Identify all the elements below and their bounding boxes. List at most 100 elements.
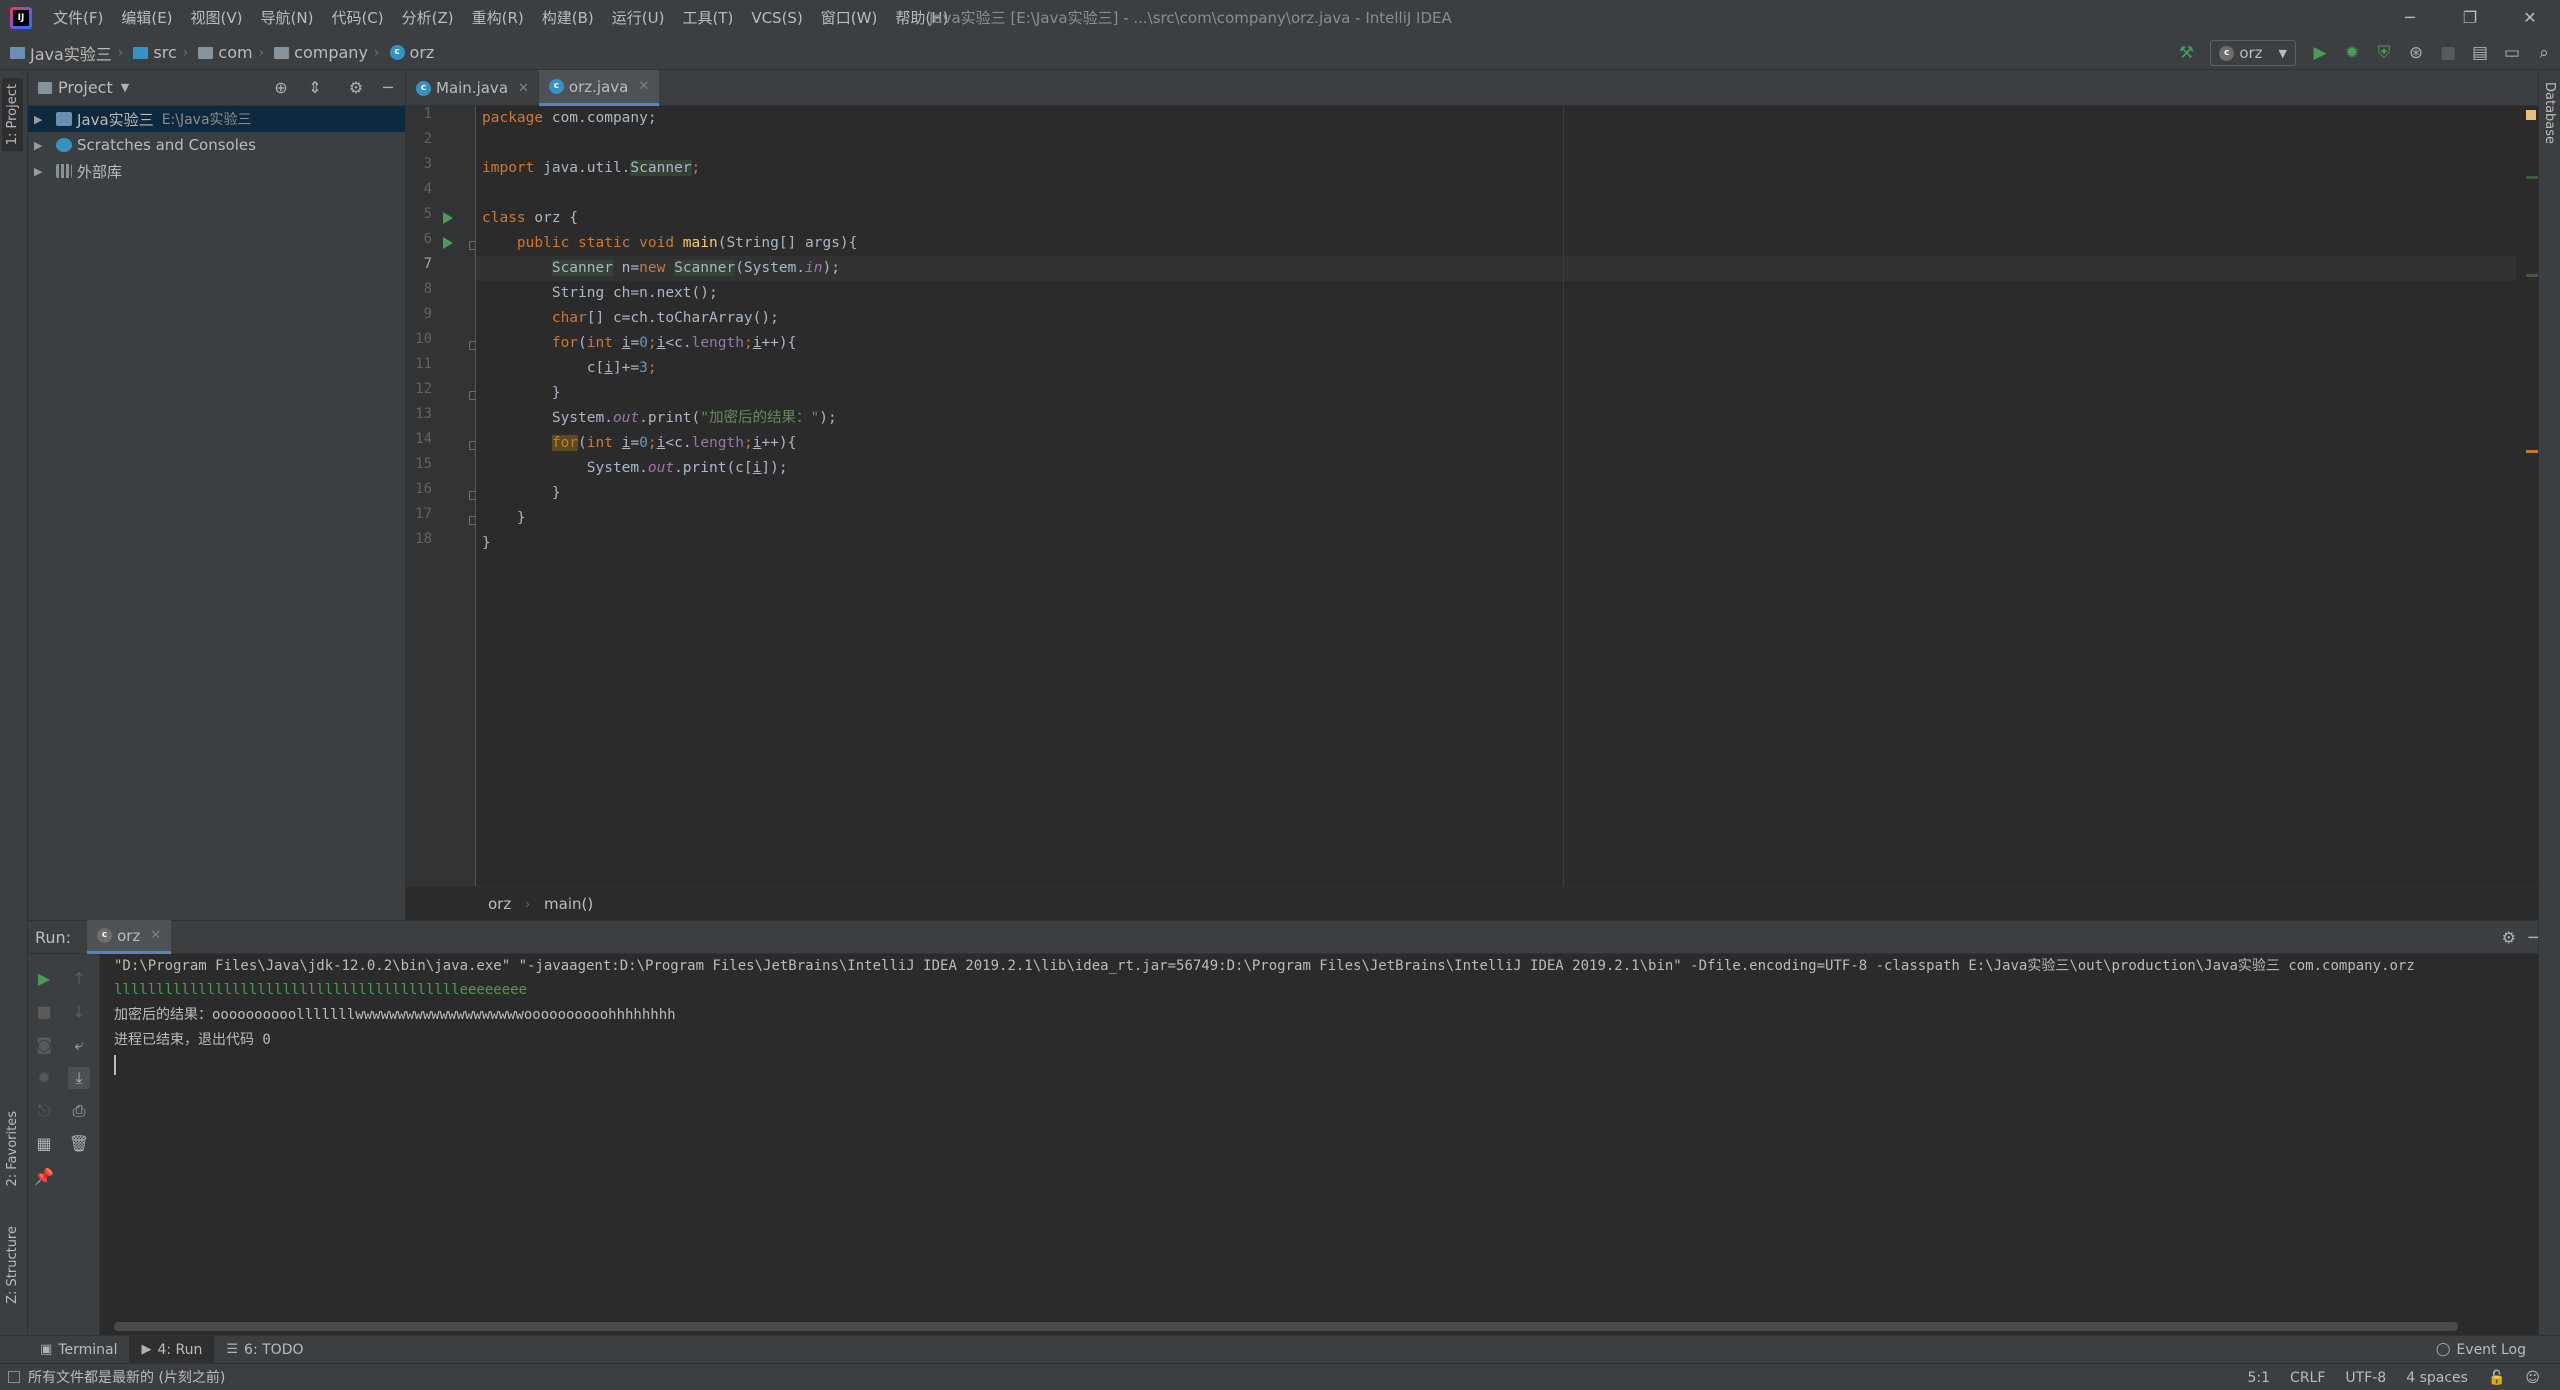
- menu-code[interactable]: 代码(C): [322, 0, 392, 36]
- layout-icon[interactable]: ▦: [33, 1133, 55, 1155]
- code-token: =: [630, 435, 640, 451]
- project-tool-tab[interactable]: 1: Project: [2, 78, 23, 152]
- code-line-7: Scanner n=new Scanner(System.in);: [482, 256, 840, 281]
- collapse-all-icon[interactable]: ⇕: [305, 78, 325, 98]
- gear-icon[interactable]: ⚙: [2502, 928, 2516, 947]
- toggle-tool-windows-icon[interactable]: [8, 1371, 20, 1383]
- code-token: out: [647, 460, 675, 476]
- line-separator[interactable]: CRLF: [2280, 1370, 2335, 1386]
- code-token: com.company;: [543, 110, 657, 126]
- down-arrow-icon: ↓: [72, 1002, 86, 1021]
- scroll-to-end-icon[interactable]: ⤓: [68, 1067, 90, 1089]
- favorites-tool-tab[interactable]: 2: Favorites: [2, 1105, 23, 1193]
- menu-navigate[interactable]: 导航(N): [252, 0, 323, 36]
- inspection-status-icon[interactable]: [2526, 110, 2536, 120]
- menu-build[interactable]: 构建(B): [533, 0, 603, 36]
- menu-file[interactable]: 文件(F): [44, 0, 112, 36]
- editor-gutter[interactable]: 1 2 3 4 5 6 7 8 9 10 11 12 13 14 15 16 1…: [406, 106, 478, 886]
- tree-item-scratches[interactable]: ▶ Scratches and Consoles: [28, 132, 405, 158]
- line-number: 16: [415, 481, 432, 497]
- expand-arrow-icon[interactable]: ▶: [34, 113, 50, 126]
- database-tool-tab[interactable]: Database: [2542, 82, 2557, 144]
- coverage-icon[interactable]: ⛨: [2373, 42, 2395, 64]
- expand-arrow-icon[interactable]: ▶: [34, 139, 50, 152]
- menu-tools[interactable]: 工具(T): [673, 0, 742, 36]
- layout-icon[interactable]: ▭: [2501, 42, 2523, 64]
- menu-vcs[interactable]: VCS(S): [742, 0, 811, 36]
- hide-panel-icon[interactable]: ─: [378, 78, 398, 98]
- menu-window[interactable]: 窗口(W): [812, 0, 887, 36]
- breadcrumb-orz[interactable]: c orz: [389, 43, 434, 62]
- close-tab-icon[interactable]: ✕: [150, 928, 161, 943]
- error-stripe[interactable]: [2524, 106, 2538, 886]
- tab-orz-java[interactable]: c orz.java ✕: [538, 70, 660, 106]
- run-configuration-select[interactable]: c orz ▼: [2210, 40, 2296, 66]
- tree-item-external-libraries[interactable]: ▶ 外部库: [28, 158, 405, 184]
- indent-setting[interactable]: 4 spaces: [2396, 1370, 2478, 1386]
- menu-refactor[interactable]: 重构(R): [463, 0, 533, 36]
- restore-icon[interactable]: ❐: [2440, 0, 2500, 36]
- console-output[interactable]: "D:\Program Files\Java\jdk-12.0.2\bin\ja…: [100, 954, 2538, 1335]
- profile-icon[interactable]: ⊛: [2405, 42, 2427, 64]
- run-icon[interactable]: ▶: [2309, 42, 2331, 64]
- event-log-tool-tab[interactable]: ◯ Event Log: [2424, 1336, 2538, 1364]
- structure-tool-tab[interactable]: Z: Structure: [2, 1220, 23, 1310]
- menu-edit[interactable]: 编辑(E): [112, 0, 181, 36]
- breadcrumb-company[interactable]: company ›: [274, 43, 380, 62]
- file-encoding[interactable]: UTF-8: [2335, 1370, 2396, 1386]
- menu-view[interactable]: 视图(V): [182, 0, 252, 36]
- project-structure-icon[interactable]: ▤: [2469, 42, 2491, 64]
- close-tab-icon[interactable]: ✕: [638, 79, 649, 94]
- hide-panel-icon[interactable]: ─: [2528, 928, 2538, 947]
- code-token: c[: [482, 360, 605, 376]
- editor-crumb-class[interactable]: orz: [488, 895, 511, 913]
- locate-icon[interactable]: ⊕: [271, 78, 291, 98]
- gear-icon[interactable]: ⚙: [346, 78, 366, 98]
- run-tool-tab[interactable]: ▶ 4: Run: [129, 1335, 215, 1364]
- expand-arrow-icon[interactable]: ▶: [34, 165, 50, 178]
- breadcrumb-com[interactable]: com ›: [198, 43, 264, 62]
- menu-run[interactable]: 运行(U): [603, 0, 674, 36]
- build-hammer-icon[interactable]: ⚒: [2175, 42, 2197, 64]
- debug-bug-icon: ✹: [37, 1068, 51, 1087]
- editor-crumb-method[interactable]: main(): [544, 895, 593, 913]
- minimize-icon[interactable]: ─: [2380, 0, 2440, 36]
- todo-tool-tab[interactable]: ☰ 6: TODO: [214, 1336, 315, 1364]
- usage-mark[interactable]: [2526, 274, 2538, 277]
- code-token: .print(c[: [674, 460, 753, 476]
- run-tab-orz[interactable]: c orz ✕: [87, 920, 172, 954]
- console-input-echo: llllllllllllllllllllllllllllllllllllllll…: [114, 982, 528, 998]
- soft-wrap-icon[interactable]: ⤶: [68, 1034, 90, 1056]
- console-horizontal-scrollbar[interactable]: [114, 1322, 2458, 1331]
- usage-mark[interactable]: [2526, 176, 2538, 179]
- lock-icon[interactable]: 🔓: [2478, 1370, 2515, 1386]
- tab-main-java[interactable]: c Main.java ✕: [406, 70, 539, 106]
- debug-icon[interactable]: ✹: [2341, 42, 2363, 64]
- terminal-tool-tab[interactable]: ▣ Terminal: [28, 1336, 129, 1364]
- close-window-icon[interactable]: ✕: [2500, 0, 2560, 36]
- run-main-gutter-icon[interactable]: [443, 237, 453, 249]
- todo-icon: ☰: [226, 1342, 239, 1357]
- rerun-icon[interactable]: ▶: [33, 968, 55, 990]
- run-class-gutter-icon[interactable]: [443, 212, 453, 224]
- warning-mark[interactable]: [2526, 450, 2538, 453]
- project-view-select[interactable]: Project: [58, 78, 113, 97]
- chevron-right-icon: ›: [525, 896, 531, 911]
- chevron-down-icon[interactable]: ▼: [121, 81, 129, 94]
- breadcrumb-src[interactable]: src ›: [133, 43, 188, 62]
- run-tab-label: orz: [117, 926, 141, 945]
- print-icon[interactable]: ⎙: [68, 1100, 90, 1122]
- caret-position[interactable]: 5:1: [2238, 1370, 2281, 1386]
- close-tab-icon[interactable]: ✕: [518, 81, 529, 96]
- pin-icon[interactable]: 📌: [33, 1166, 55, 1188]
- stop-icon: ■: [36, 1002, 52, 1021]
- tree-item-project-root[interactable]: ▶ Java实验三 E:\Java实验三: [28, 106, 405, 132]
- breadcrumb-project[interactable]: Java实验三 ›: [10, 41, 123, 65]
- code-editor[interactable]: package com.company; import java.util.Sc…: [476, 106, 2538, 886]
- trash-icon[interactable]: 🗑: [68, 1133, 90, 1155]
- inspector-icon[interactable]: ☺: [2515, 1370, 2550, 1386]
- code-line-1: package com.company;: [482, 106, 657, 131]
- menu-analyze[interactable]: 分析(Z): [393, 0, 463, 36]
- search-icon[interactable]: ⌕: [2533, 42, 2555, 64]
- chevron-right-icon: ›: [182, 44, 189, 61]
